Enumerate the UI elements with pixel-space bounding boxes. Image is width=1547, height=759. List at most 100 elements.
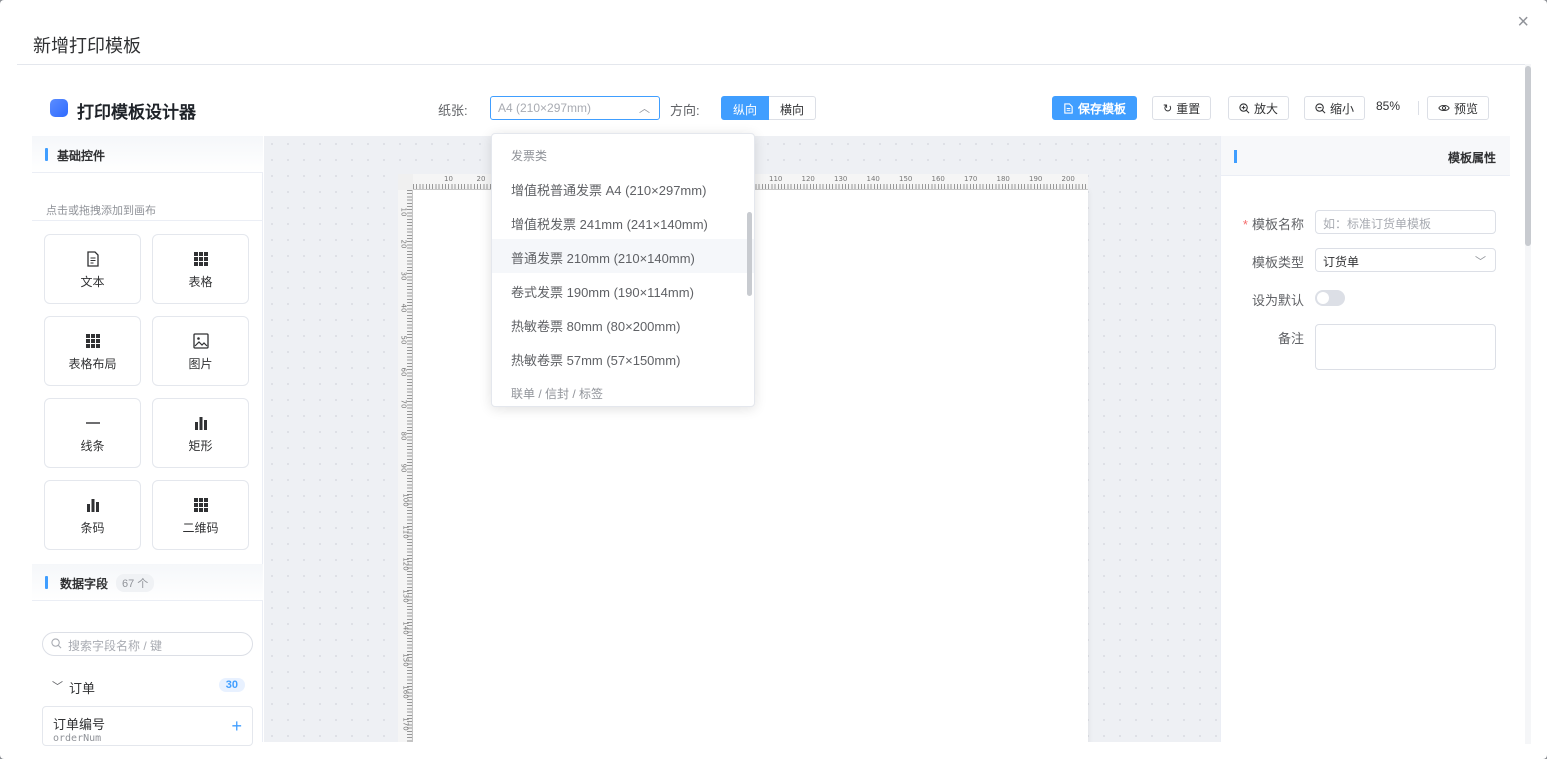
template-designer: 打印模板设计器 纸张: A4 (210×297mm) ︿ 方向: 纵向 横向 保… [32,80,1510,746]
widget-label: 二维码 [182,521,219,535]
reset-button[interactable]: ↻ 重置 [1152,96,1212,120]
chevron-down-icon: ﹀ [52,681,63,693]
preview-label: 预览 [1454,101,1479,116]
field-item[interactable]: 订单编号 orderNum + [42,706,253,746]
paper-option[interactable]: 热敏卷票 80mm (80×200mm) [492,307,754,341]
ruler-tick-label: 180 [996,175,1010,183]
ruler-tick-label: 10 [399,207,408,217]
zoom-out-button[interactable]: 缩小 [1304,96,1366,120]
widget-line[interactable]: 线条 [44,398,141,468]
widget-barcode[interactable]: 条码 [44,480,141,550]
set-default-label: 设为默认 [1251,293,1304,308]
fields-count-badge: 67 个 [116,574,155,592]
ruler-tick-label: 20 [476,175,486,183]
widget-text[interactable]: 文本 [44,234,141,304]
zoom-in-button[interactable]: 放大 [1228,96,1290,120]
widget-qrcode[interactable]: 二维码 [152,480,249,550]
field-search-input[interactable]: 搜索字段名称 / 键 [42,632,253,656]
basic-controls-header: 基础控件 [32,136,263,173]
refresh-icon: ↻ [1163,102,1173,115]
ruler-tick-label: 30 [399,271,408,281]
document-icon [86,251,99,267]
paper-select-value: A4 (210×297mm) [498,101,592,115]
paper-select[interactable]: A4 (210×297mm) ︿ [490,96,660,120]
template-name-label-text: 模板名称 [1251,217,1304,232]
ruler-tick-label: 40 [399,303,408,313]
ruler-tick-label: 170 [401,717,410,731]
paper-option[interactable]: 热敏卷票 57mm (57×150mm) [492,341,754,375]
ruler-tick-label: 140 [401,621,410,635]
field-name: 订单编号 [53,717,106,732]
chevron-up-icon: ︿ [639,103,650,115]
data-fields-title: 数据字段 [60,577,109,591]
paper-dropdown: 发票类 增值税普通发票 A4 (210×297mm) 增值税发票 241mm (… [491,133,755,407]
dialog: 新增打印模板 × 打印模板设计器 纸张: A4 (210×297mm) ︿ 方向… [0,0,1547,759]
orientation-landscape-button[interactable]: 横向 [769,96,817,120]
ruler-tick-label: 140 [866,175,880,183]
save-template-button[interactable]: 保存模板 [1052,96,1138,120]
paper-option[interactable]: 增值税发票 241mm (241×140mm) [492,205,754,239]
widget-table-layout[interactable]: 表格布局 [44,316,141,386]
dialog-scrollbar[interactable] [1525,64,1531,744]
zoom-in-label: 放大 [1254,101,1279,116]
right-panel: 模板属性 * 模板名称 如：标准订货单模板 模板类型 订货单 ﹀ 设为默认 备注 [1220,136,1510,742]
ruler-tick-label: 10 [444,175,453,183]
template-name-input[interactable]: 如：标准订货单模板 [1315,210,1496,234]
paper-option[interactable]: 普通发票 210mm (210×140mm) [492,239,754,273]
document-icon [1064,102,1073,114]
dropdown-scrollbar[interactable] [747,212,752,296]
ruler-tick-label: 20 [399,239,408,249]
paper-option[interactable]: 增值税普通发票 A4 (210×297mm) [492,171,754,205]
set-default-toggle[interactable] [1315,290,1345,306]
paper-option[interactable]: 卷式发票 190mm (190×114mm) [492,273,754,307]
remark-label: 备注 [1277,331,1304,346]
ruler-tick-label: 190 [1029,175,1043,183]
widget-label: 文本 [80,275,105,289]
toggle-knob [1317,292,1329,304]
zoom-out-icon [1315,102,1326,113]
toolbar: 打印模板设计器 纸张: A4 (210×297mm) ︿ 方向: 纵向 横向 保… [32,80,1510,136]
widget-label: 表格布局 [68,357,117,371]
ruler-tick-label: 130 [834,175,848,183]
ruler-tick-label: 70 [399,399,408,409]
field-key: orderNum [53,733,102,744]
preview-button[interactable]: 预览 [1427,96,1490,120]
ruler-tick-label: 80 [399,431,408,441]
ruler-corner [398,174,413,190]
add-icon[interactable]: + [231,717,242,735]
search-placeholder: 搜索字段名称 / 键 [68,639,163,653]
divider [1418,101,1419,115]
widget-image[interactable]: 图片 [152,316,249,386]
template-type-select[interactable]: 订货单 ﹀ [1315,248,1496,272]
ruler-tick-label: 120 [401,557,410,571]
field-group-count: 30 [218,678,245,692]
template-name-label: * 模板名称 [1242,217,1304,232]
grid-icon [193,252,208,266]
add-hint: 点击或拖拽添加到画布 [46,205,156,217]
zoom-out-label: 缩小 [1330,101,1355,116]
orientation-portrait-button[interactable]: 纵向 [721,96,770,120]
widget-label: 图片 [188,357,213,371]
widget-label: 矩形 [188,439,213,453]
ruler-tick-label: 110 [769,175,783,183]
field-group-name: 订单 [69,681,96,696]
widget-table[interactable]: 表格 [152,234,249,304]
field-group-order[interactable]: ﹀ 订单 30 [50,678,245,696]
ruler-tick-label: 110 [401,525,410,539]
remark-textarea[interactable] [1315,324,1496,370]
section-bar [1234,150,1237,163]
widget-rectangle[interactable]: 矩形 [152,398,249,468]
ruler-tick-label: 200 [1061,175,1075,183]
grid-icon [85,334,100,348]
bar-chart-icon [194,417,207,430]
template-type-value: 订货单 [1323,255,1360,269]
section-bar [45,576,48,589]
scrollbar-thumb[interactable] [1525,66,1531,246]
widget-label: 表格 [188,275,213,289]
close-icon[interactable]: × [1517,12,1529,32]
ruler-tick-label: 120 [801,175,815,183]
orientation-toggle: 纵向 横向 [721,96,817,120]
orientation-label: 方向: [670,103,700,118]
dropdown-group-invoice: 发票类 [511,149,548,163]
paper-label: 纸张: [438,103,468,118]
